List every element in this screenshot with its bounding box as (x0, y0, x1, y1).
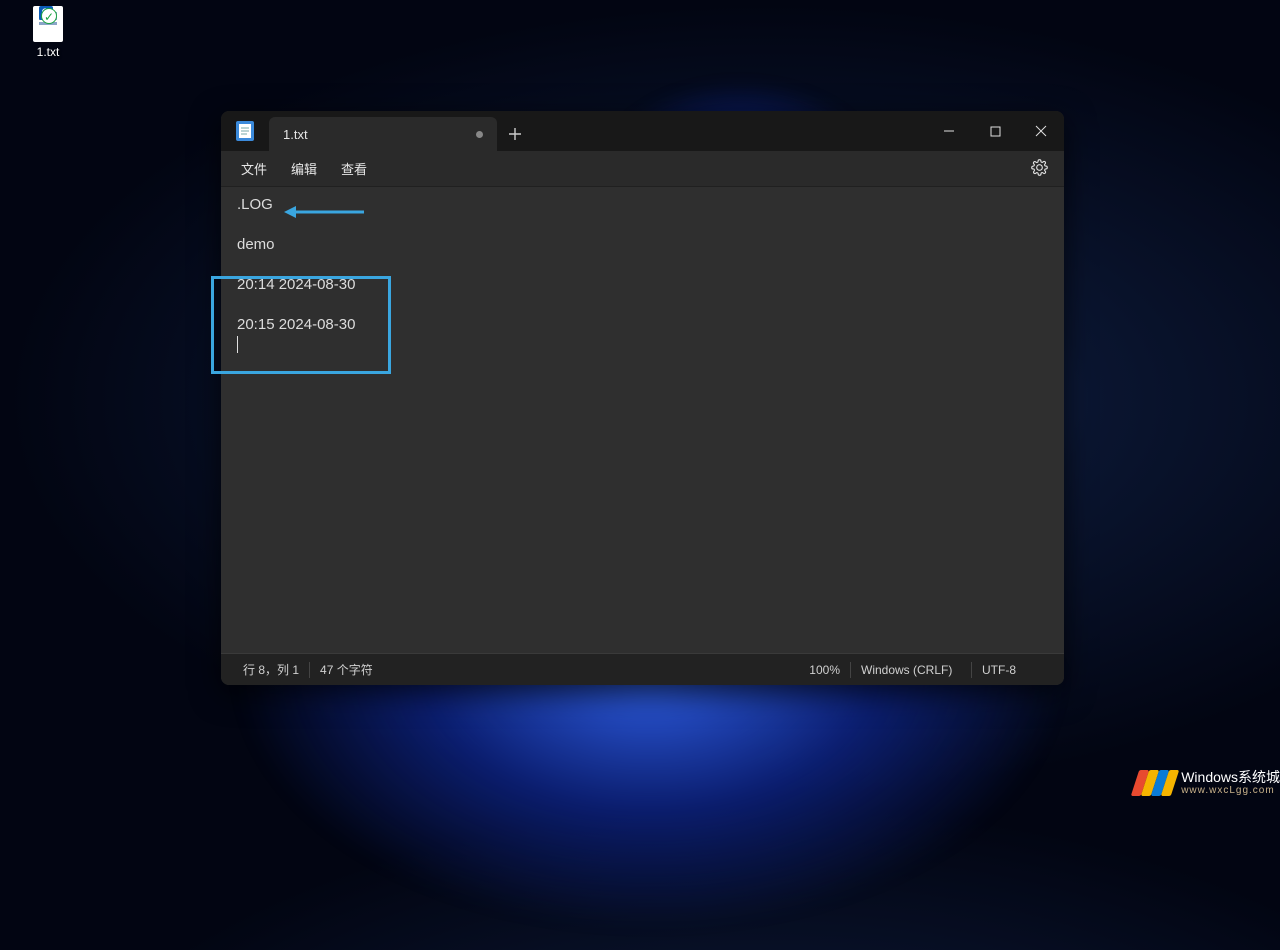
statusbar: 行 8，列 1 47 个字符 100% Windows (CRLF) UTF-8 (221, 653, 1064, 685)
checkmark-badge-icon: ✓ (41, 8, 57, 24)
close-button[interactable] (1018, 111, 1064, 151)
settings-button[interactable] (1023, 155, 1056, 183)
modified-indicator-icon (476, 131, 483, 138)
status-char-count: 47 个字符 (310, 661, 383, 678)
notepad-window: 1.txt 文件 编辑 查看 .LOG demo (221, 111, 1064, 685)
menu-view[interactable]: 查看 (329, 155, 379, 182)
minimize-button[interactable] (926, 111, 972, 151)
editor-textarea[interactable]: .LOG demo 20:14 2024-08-30 20:15 2024-08… (221, 187, 1064, 653)
menubar: 文件 编辑 查看 (221, 151, 1064, 187)
notepad-app-icon (221, 111, 269, 151)
watermark-title: Windows系统城 (1181, 770, 1280, 785)
txt-file-icon: ⟳ ✓ (33, 6, 63, 42)
titlebar[interactable]: 1.txt (221, 111, 1064, 151)
maximize-button[interactable] (972, 111, 1018, 151)
status-encoding[interactable]: UTF-8 (972, 663, 1052, 677)
status-cursor-position: 行 8，列 1 (233, 661, 309, 678)
gear-icon (1031, 159, 1048, 176)
watermark-url: www.wxcLgg.com (1181, 785, 1280, 796)
new-tab-button[interactable] (497, 117, 533, 151)
window-controls (926, 111, 1064, 151)
watermark: Windows系统城 www.wxcLgg.com (1135, 770, 1280, 796)
tab-active[interactable]: 1.txt (269, 117, 497, 151)
menu-edit[interactable]: 编辑 (279, 155, 329, 182)
status-zoom[interactable]: 100% (799, 663, 850, 677)
desktop-icon-label: 1.txt (18, 45, 78, 59)
menu-file[interactable]: 文件 (229, 155, 279, 182)
desktop-file-icon[interactable]: ⟳ ✓ 1.txt (18, 6, 78, 59)
status-line-ending[interactable]: Windows (CRLF) (851, 663, 971, 677)
tab-title: 1.txt (283, 127, 308, 142)
watermark-logo-icon (1135, 770, 1175, 796)
